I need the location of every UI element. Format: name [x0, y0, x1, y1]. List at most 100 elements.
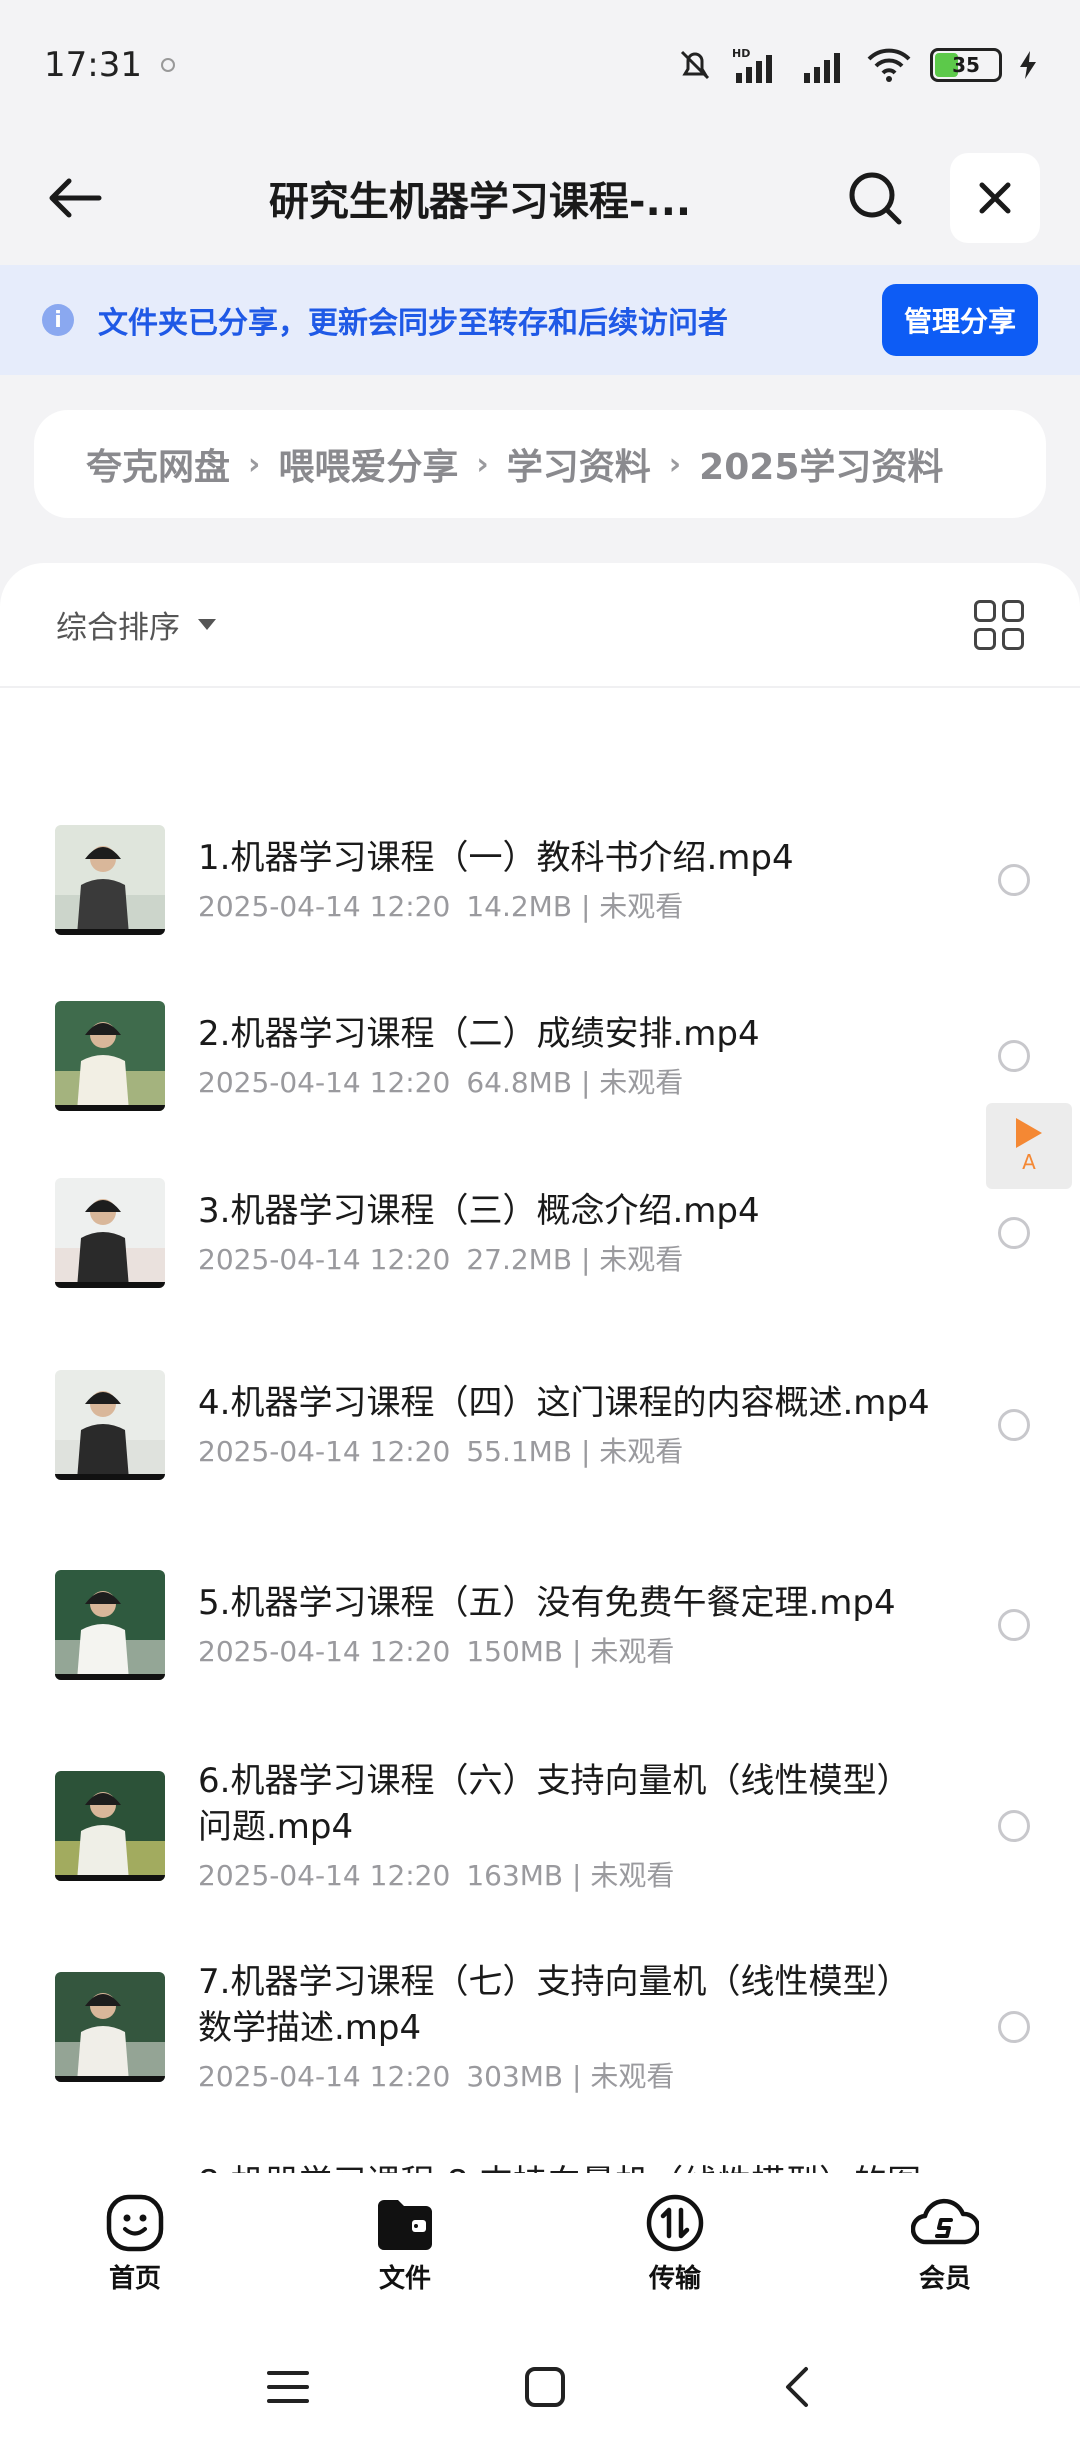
sort-label: 综合排序 [56, 610, 180, 646]
grid-cell [1002, 599, 1024, 622]
search-icon [849, 172, 902, 224]
nav-transfer[interactable]: 传输 [595, 2192, 755, 2295]
file-date: 2025-04-14 12:20 [198, 2060, 451, 2093]
file-date: 2025-04-14 12:20 [198, 1435, 451, 1468]
file-row[interactable]: 8.机器学习课程-8.支持向量机（线性模型）的图像展示.mp42025-04-1… [0, 2153, 1080, 2173]
vip-cloud-icon [911, 2198, 979, 2244]
grid-cell [1002, 627, 1024, 650]
list-toolbar: 综合排序 [0, 563, 1080, 688]
back-button[interactable] [40, 163, 110, 233]
file-date: 2025-04-14 12:20 [198, 1635, 451, 1668]
file-row[interactable]: 1.机器学习课程（一）教科书介绍.mp4 2025-04-14 12:20 14.2… [0, 815, 1080, 945]
grid-cell [974, 627, 996, 650]
video-thumbnail [55, 1178, 165, 1288]
status-time-group: 17:31 [44, 45, 178, 85]
grid-view-toggle[interactable] [974, 599, 1024, 650]
file-meta: 2025-04-14 12:20 64.8MB | 未观看 [198, 1061, 998, 1101]
watch-status: 未观看 [590, 1635, 675, 1668]
meta-divider: | [572, 1066, 600, 1099]
file-info: 5.机器学习课程（五）没有免费午餐定理.mp4 2025-04-14 12:20 1… [198, 1580, 998, 1670]
select-checkbox[interactable] [998, 1040, 1030, 1072]
video-thumbnail [55, 825, 165, 935]
transfer-icon [646, 2194, 704, 2251]
meta-divider: | [563, 1859, 591, 1892]
file-info: 2.机器学习课程（二）成绩安排.mp4 2025-04-14 12:20 64.8M… [198, 1011, 998, 1101]
search-button[interactable] [830, 153, 920, 243]
file-info: 7.机器学习课程（七）支持向量机（线性模型）数学描述.mp4 2025-04-14… [198, 1959, 998, 2095]
system-nav-bar [0, 2313, 1080, 2460]
select-checkbox[interactable] [998, 1609, 1030, 1641]
file-row[interactable]: 4.机器学习课程（四）这门课程的内容概述.mp4 2025-04-14 12:20… [0, 1350, 1080, 1500]
file-list-card: 综合排序 1.机器学习课程（一）教科书介绍.mp4 2025-04-14 12:2… [0, 563, 1080, 2173]
select-checkbox[interactable] [998, 1217, 1030, 1249]
meta-divider: | [572, 890, 600, 923]
file-date: 2025-04-14 12:20 [198, 1243, 451, 1276]
meta-divider: | [572, 1435, 600, 1468]
file-row[interactable]: 6.机器学习课程（六）支持向量机（线性模型）问题.mp4 2025-04-14 1… [0, 1751, 1080, 1901]
video-thumbnail [55, 1972, 165, 2082]
menu-icon[interactable] [266, 2367, 310, 2407]
back-chevron-icon[interactable] [780, 2365, 814, 2409]
watch-status: 未观看 [590, 2060, 675, 2093]
wifi-icon [867, 48, 911, 82]
bottom-nav: 首页 文件 传输 会员 [0, 2173, 1080, 2313]
play-icon [1016, 1118, 1042, 1148]
share-notice-text: 文件夹已分享，更新会同步至转存和后续访问者 [98, 306, 728, 341]
breadcrumb-item[interactable]: 学习资料 [507, 438, 651, 490]
file-size: 163MB [466, 1859, 564, 1892]
home-face-icon [106, 2194, 164, 2251]
watch-status: 未观看 [599, 1243, 684, 1276]
breadcrumb-separator: › [248, 446, 261, 482]
file-name: 7.机器学习课程（七）支持向量机（线性模型）数学描述.mp4 [198, 1962, 911, 2048]
info-icon: i [42, 304, 74, 336]
file-size: 150MB [466, 1635, 564, 1668]
battery-indicator: 35 [930, 48, 1002, 82]
file-size: 27.2MB [466, 1243, 573, 1276]
nav-files[interactable]: 文件 [325, 2192, 485, 2295]
select-checkbox[interactable] [998, 864, 1030, 896]
status-icons: HD 35 [676, 45, 1036, 85]
select-checkbox[interactable] [998, 1810, 1030, 1842]
file-name: 8.机器学习课程-8.支持向量机（线性模型）的图像展示.mp4 [198, 2160, 998, 2173]
file-name: 1.机器学习课程（一）教科书介绍.mp4 [198, 838, 794, 878]
select-checkbox[interactable] [998, 2011, 1030, 2043]
file-row[interactable]: 2.机器学习课程（二）成绩安排.mp4 2025-04-14 12:20 64.8M… [0, 991, 1080, 1121]
nav-label: 首页 [108, 2263, 161, 2294]
nav-home[interactable]: 首页 [55, 2192, 215, 2295]
home-square-icon[interactable] [523, 2365, 567, 2409]
video-thumbnail [55, 1771, 165, 1881]
breadcrumb-item[interactable]: 喂喂爱分享 [278, 438, 458, 490]
file-name: 3.机器学习课程（三）概念介绍.mp4 [198, 1191, 760, 1231]
floating-player-widget[interactable]: A [986, 1103, 1072, 1189]
file-size: 303MB [466, 2060, 564, 2093]
file-size: 64.8MB [466, 1066, 573, 1099]
signal-hd-icon: HD [732, 47, 772, 83]
battery-level: 35 [952, 53, 980, 77]
breadcrumb: 夸克网盘 › 喂喂爱分享 › 学习资料 › 2025学习资料 [34, 410, 1046, 518]
page-title: 研究生机器学习课程-... [268, 178, 692, 225]
video-thumbnail [55, 1570, 165, 1680]
file-date: 2025-04-14 12:20 [198, 890, 451, 923]
breadcrumb-separator: › [476, 446, 489, 482]
file-row[interactable]: 7.机器学习课程（七）支持向量机（线性模型）数学描述.mp4 2025-04-14… [0, 1952, 1080, 2102]
meta-divider: | [563, 1635, 591, 1668]
video-thumbnail [55, 1001, 165, 1111]
breadcrumb-item[interactable]: 2025学习资料 [699, 438, 943, 490]
close-icon [979, 182, 1011, 213]
floating-widget-letter: A [1022, 1150, 1036, 1174]
nav-vip[interactable]: 会员 [865, 2192, 1025, 2295]
watch-status: 未观看 [599, 890, 684, 923]
file-name: 4.机器学习课程（四）这门课程的内容概述.mp4 [198, 1383, 930, 1423]
file-size: 14.2MB [466, 890, 573, 923]
file-row[interactable]: 5.机器学习课程（五）没有免费午餐定理.mp4 2025-04-14 12:20 1… [0, 1550, 1080, 1700]
breadcrumb-item[interactable]: 夸克网盘 [86, 438, 230, 490]
file-row[interactable]: 3.机器学习课程（三）概念介绍.mp4 2025-04-14 12:20 27.2M… [0, 1168, 1080, 1298]
file-date: 2025-04-14 12:20 [198, 1066, 451, 1099]
close-button[interactable] [950, 152, 1040, 243]
sort-dropdown[interactable]: 综合排序 [56, 602, 216, 647]
select-checkbox[interactable] [998, 1409, 1030, 1441]
file-name: 2.机器学习课程（二）成绩安排.mp4 [198, 1014, 760, 1054]
file-info: 4.机器学习课程（四）这门课程的内容概述.mp4 2025-04-14 12:20… [198, 1380, 998, 1470]
manage-share-button[interactable]: 管理分享 [881, 284, 1038, 356]
file-date: 2025-04-14 12:20 [198, 1859, 451, 1892]
